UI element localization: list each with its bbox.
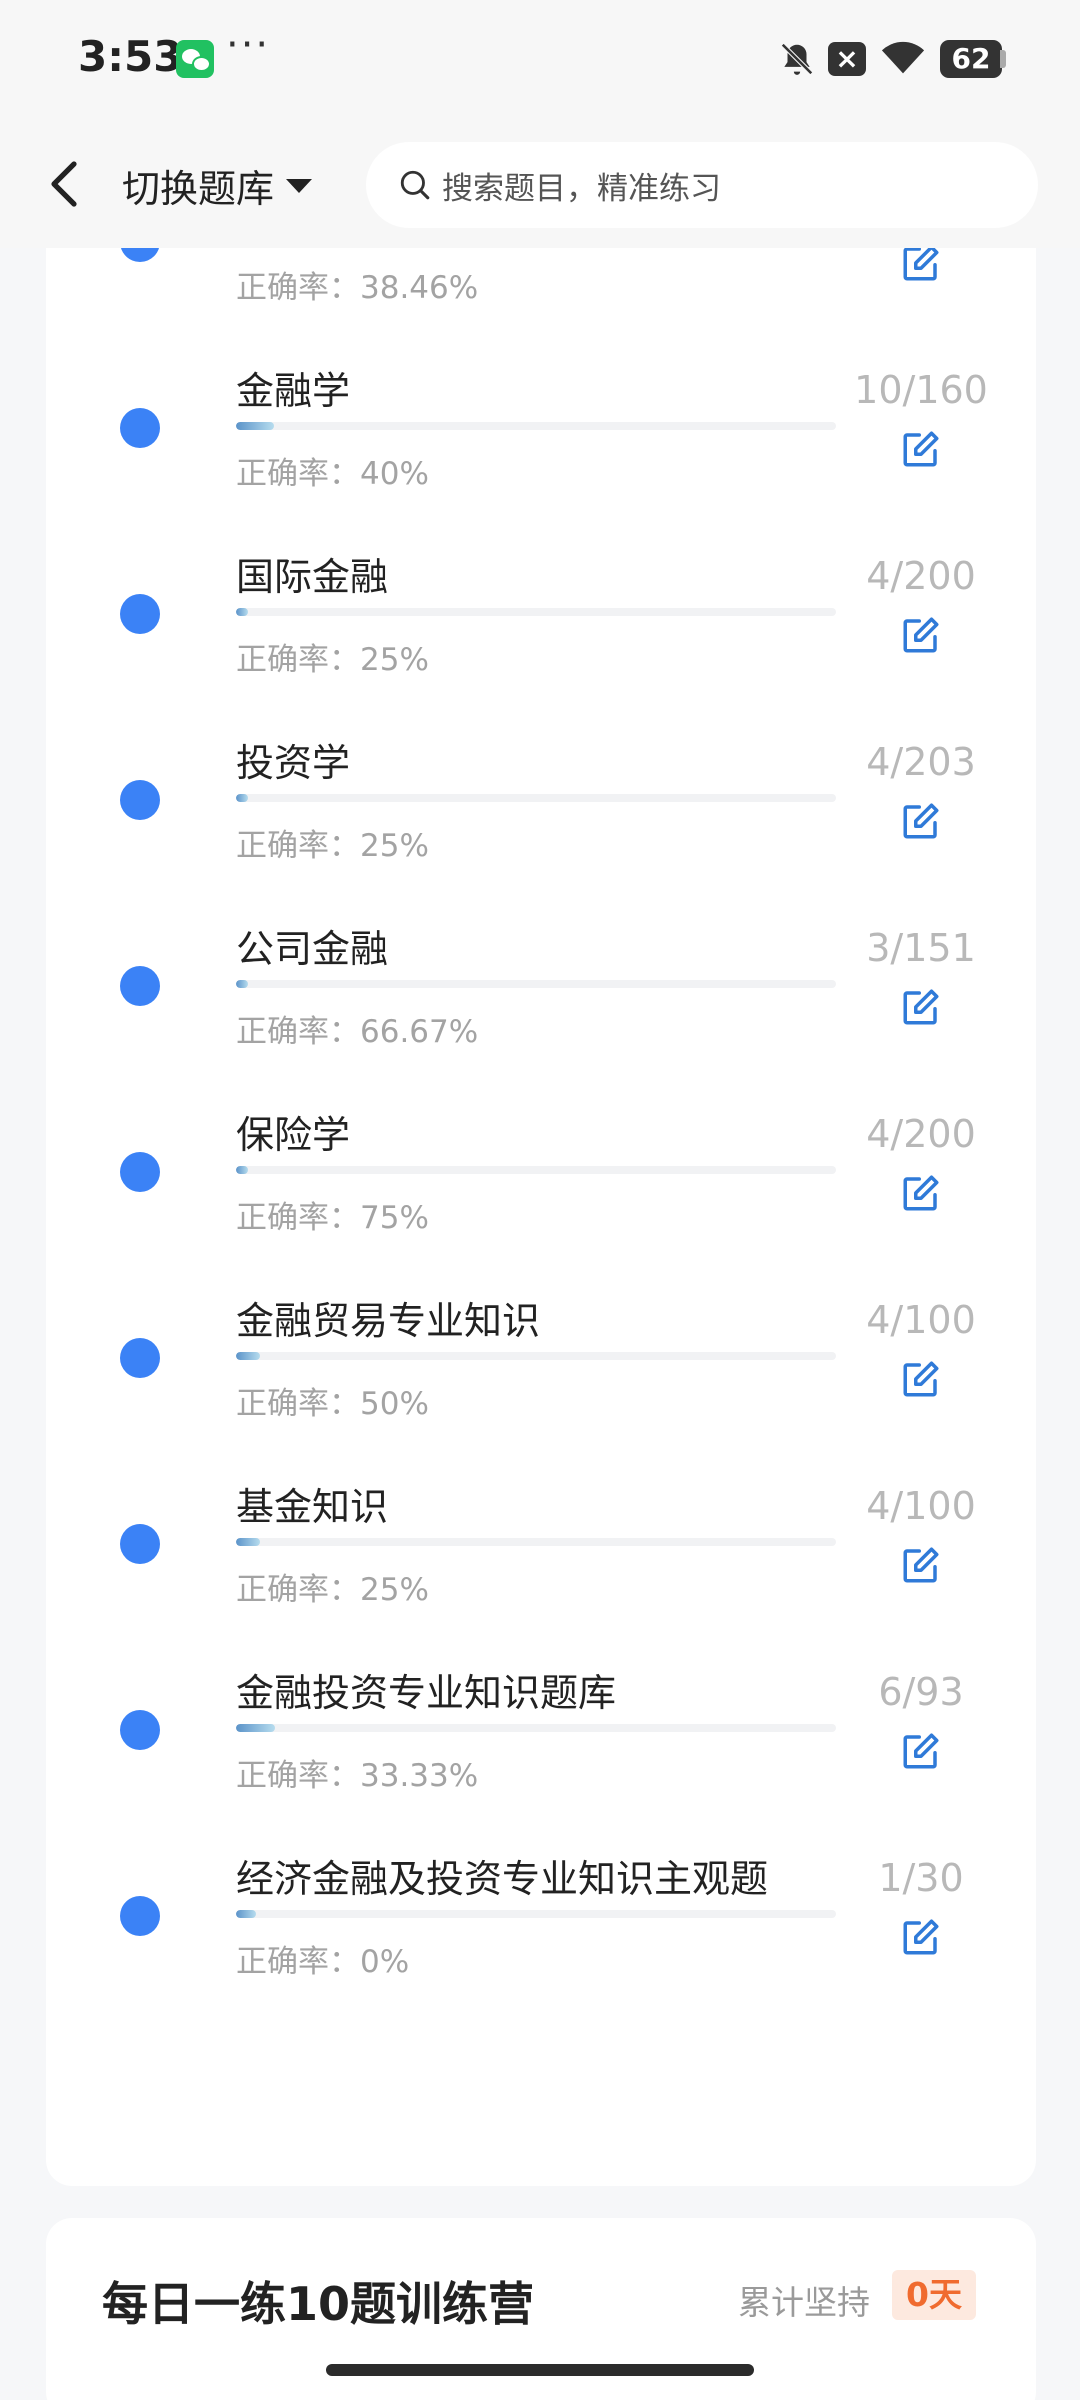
- progress-bar: [236, 1352, 836, 1360]
- status-time: 3:53: [78, 32, 183, 81]
- accuracy-text: 正确率：75%: [236, 1200, 429, 1236]
- edit-icon[interactable]: [900, 1172, 942, 1214]
- progress-count: 3/151: [866, 926, 976, 970]
- switch-bank-label: 切换题库: [122, 167, 275, 211]
- search-input[interactable]: 搜索题目，精准练习: [366, 142, 1038, 228]
- home-indicator[interactable]: [326, 2364, 754, 2376]
- list-item[interactable]: 国际金融正确率：25% 4/200: [46, 536, 1036, 726]
- persist-label: 累计坚持: [738, 2283, 870, 2322]
- bell-off-icon: [781, 43, 813, 75]
- edit-icon[interactable]: [900, 986, 942, 1028]
- progress-bar: [236, 1166, 836, 1174]
- battery-indicator: 62: [940, 40, 1002, 78]
- status-dot: [120, 780, 160, 820]
- accuracy-text: 正确率：38.46%: [236, 270, 479, 306]
- edit-icon[interactable]: [900, 1730, 942, 1772]
- progress-fill: [236, 794, 248, 802]
- top-nav: 切换题库 搜索题目，精准练习: [0, 118, 1080, 248]
- accuracy-text: 正确率：40%: [236, 456, 429, 492]
- progress-fill: [236, 1166, 248, 1174]
- progress-bar: [236, 1538, 836, 1546]
- subject-name: 基金知识: [236, 1485, 389, 1529]
- progress-count: 4/203: [866, 740, 976, 784]
- subject-name: 金融投资专业知识题库: [236, 1671, 617, 1715]
- edit-icon[interactable]: [900, 1358, 942, 1400]
- subject-list-card: 经济学基础正确率：38.46%13/195金融学正确率：40%10/160国际金…: [46, 150, 1036, 2186]
- back-arrow-icon[interactable]: [44, 160, 84, 208]
- progress-bar: [236, 422, 836, 430]
- list-item[interactable]: 金融贸易专业知识正确率：50% 4/100: [46, 1280, 1036, 1470]
- status-dot: [120, 1710, 160, 1750]
- progress-count: 6/93: [878, 1670, 964, 1714]
- progress-bar: [236, 1910, 836, 1918]
- switch-bank-button[interactable]: 切换题库: [122, 158, 313, 213]
- status-dot: [120, 966, 160, 1006]
- status-bar: 3:53 ··· × 62: [0, 0, 1080, 118]
- subject-name: 投资学: [236, 741, 351, 785]
- progress-fill: [236, 1910, 256, 1918]
- list-item[interactable]: 基金知识正确率：25% 4/100: [46, 1466, 1036, 1656]
- edit-icon[interactable]: [900, 428, 942, 470]
- progress-count: 1/30: [878, 1856, 964, 1900]
- progress-bar: [236, 1724, 836, 1732]
- accuracy-text: 正确率：25%: [236, 1572, 429, 1608]
- camp-title: 每日一练10题训练营: [102, 2277, 535, 2331]
- progress-fill: [236, 1352, 260, 1360]
- persist-days-badge: 0天: [892, 2270, 976, 2320]
- progress-count: 4/200: [866, 1112, 976, 1156]
- subject-name: 金融学: [236, 369, 351, 413]
- search-icon: [400, 170, 430, 200]
- progress-bar: [236, 980, 836, 988]
- close-box-icon: ×: [828, 42, 866, 76]
- progress-bar: [236, 794, 836, 802]
- list-item[interactable]: 金融投资专业知识题库正确率：33.33% 6/93: [46, 1652, 1036, 1842]
- status-dot: [120, 1524, 160, 1564]
- wechat-icon: [176, 40, 214, 78]
- edit-icon[interactable]: [900, 1916, 942, 1958]
- accuracy-text: 正确率：66.67%: [236, 1014, 479, 1050]
- progress-bar: [236, 608, 836, 616]
- subject-name: 金融贸易专业知识: [236, 1299, 541, 1343]
- progress-fill: [236, 1538, 260, 1546]
- wifi-icon: [881, 41, 925, 74]
- accuracy-text: 正确率：25%: [236, 828, 429, 864]
- list-item[interactable]: 经济金融及投资专业知识主观题正确率：0% 1/30: [46, 1838, 1036, 2028]
- edit-icon[interactable]: [900, 614, 942, 656]
- progress-count: 4/100: [866, 1484, 976, 1528]
- caret-down-icon: [286, 178, 313, 193]
- edit-icon[interactable]: [900, 800, 942, 842]
- status-dot: [120, 594, 160, 634]
- subject-name: 经济金融及投资专业知识主观题: [236, 1857, 769, 1901]
- subject-name: 公司金融: [236, 927, 389, 971]
- status-dot: [120, 1896, 160, 1936]
- progress-fill: [236, 980, 248, 988]
- progress-count: 10/160: [854, 368, 988, 412]
- progress-count: 4/200: [866, 554, 976, 598]
- status-dot: [120, 1152, 160, 1192]
- screen: 3:53 ··· × 62 切换题库 搜索题目，精准练习 正确率：38.46% …: [0, 0, 1080, 2400]
- accuracy-text: 正确率：0%: [236, 1944, 410, 1980]
- battery-cap: [1000, 50, 1006, 68]
- progress-count: 4/100: [866, 1298, 976, 1342]
- edit-icon[interactable]: [900, 242, 942, 284]
- status-dot: [120, 408, 160, 448]
- subject-name: 国际金融: [236, 555, 389, 599]
- accuracy-text: 正确率：50%: [236, 1386, 429, 1422]
- list-item[interactable]: 金融学正确率：40% 10/160: [46, 350, 1036, 540]
- list-item[interactable]: 保险学正确率：75% 4/200: [46, 1094, 1036, 1284]
- list-item[interactable]: 投资学正确率：25% 4/203: [46, 722, 1036, 912]
- list-item[interactable]: 公司金融正确率：66.67% 3/151: [46, 908, 1036, 1098]
- edit-icon[interactable]: [900, 1544, 942, 1586]
- accuracy-text: 正确率：33.33%: [236, 1758, 479, 1794]
- progress-fill: [236, 1724, 275, 1732]
- accuracy-text: 正确率：25%: [236, 642, 429, 678]
- search-placeholder: 搜索题目，精准练习: [442, 170, 721, 207]
- subject-name: 保险学: [236, 1113, 351, 1157]
- progress-fill: [236, 608, 248, 616]
- progress-fill: [236, 422, 274, 430]
- status-dot: [120, 1338, 160, 1378]
- more-dots-icon: ···: [226, 22, 271, 68]
